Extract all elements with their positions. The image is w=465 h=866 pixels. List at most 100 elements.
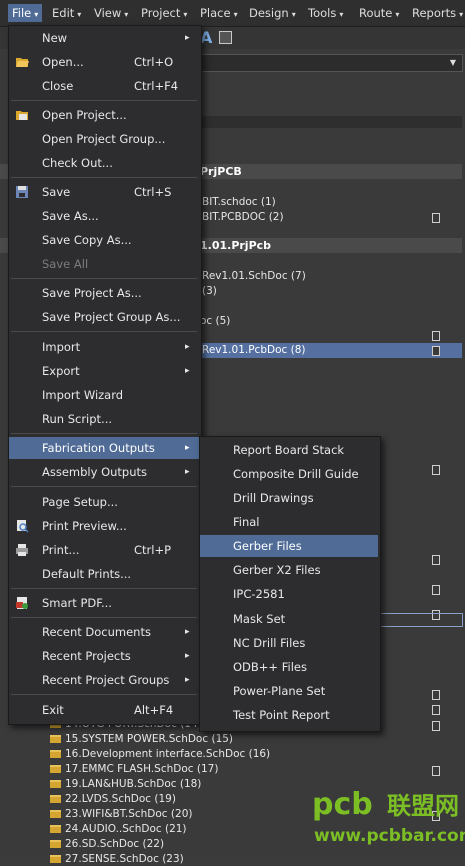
menu-file[interactable]: File ▾ <box>8 4 43 22</box>
schematic-file-icon <box>50 765 61 773</box>
menu-item-save-project-group-as[interactable]: Save Project Group As... <box>9 306 199 328</box>
project-file[interactable]: BIT.PCBDOC (2) <box>202 210 284 225</box>
menu-item-close[interactable]: Close Ctrl+F4 <box>9 75 199 97</box>
menu-item-print-preview[interactable]: Print Preview... <box>9 515 199 537</box>
menu-place-label: Place <box>200 6 231 20</box>
menu-item-label: Smart PDF... <box>42 596 112 610</box>
document-icon <box>432 346 440 356</box>
menu-item-label: Save All <box>42 257 89 271</box>
project-file[interactable]: (3) <box>202 284 217 299</box>
menu-item-assembly-outputs[interactable]: Assembly Outputs ▸ <box>9 461 199 483</box>
submenu-item-nc-drill-files[interactable]: NC Drill Files <box>200 632 378 654</box>
menu-item-open-project[interactable]: Open Project... <box>9 104 199 126</box>
file-item[interactable]: 19.LAN&HUB.SchDoc (18) <box>50 778 201 791</box>
menu-item-label: Import <box>42 340 81 354</box>
menu-item-save-project-as[interactable]: Save Project As... <box>9 282 199 304</box>
menu-edit[interactable]: Edit ▾ <box>48 4 85 22</box>
project-file[interactable]: oc (5) <box>200 314 230 329</box>
file-item[interactable]: 24.AUDIO..SchDoc (21) <box>50 823 187 836</box>
submenu-item-label: Gerber Files <box>233 539 302 553</box>
menu-item-label: Export <box>42 364 80 378</box>
schematic-file-icon <box>50 780 61 788</box>
menu-design[interactable]: Design ▾ <box>245 4 300 22</box>
menu-item-export[interactable]: Export ▸ <box>9 360 199 382</box>
component-chip-icon[interactable] <box>219 31 232 44</box>
menu-item-label: Run Script... <box>42 412 113 426</box>
menu-view-label: View <box>94 6 122 20</box>
menu-item-page-setup[interactable]: Page Setup... <box>9 491 199 513</box>
chevron-down-icon: ▾ <box>459 10 464 19</box>
menu-item-recent-documents[interactable]: Recent Documents ▸ <box>9 621 199 643</box>
file-item[interactable]: 16.Development interface.SchDoc (16) <box>50 748 270 761</box>
menu-file-label: File <box>12 6 32 20</box>
schematic-file-icon <box>50 840 61 848</box>
project-file[interactable]: Rev1.01.SchDoc (7) <box>202 269 306 284</box>
submenu-item-label: ODB++ Files <box>233 660 307 674</box>
submenu-item-label: Composite Drill Guide <box>233 467 359 481</box>
document-icon <box>432 555 440 565</box>
menu-item-open-project-group[interactable]: Open Project Group... <box>9 128 199 150</box>
menu-item-open[interactable]: Open... Ctrl+O <box>9 51 199 73</box>
menu-item-recent-projects[interactable]: Recent Projects ▸ <box>9 645 199 667</box>
submenu-arrow-icon: ▸ <box>185 627 190 637</box>
submenu-item-test-point-report[interactable]: Test Point Report <box>200 704 378 726</box>
menu-item-import-wizard[interactable]: Import Wizard <box>9 384 199 406</box>
submenu-item-drill-drawings[interactable]: Drill Drawings <box>200 487 378 509</box>
submenu-item-label: Mask Set <box>233 612 286 626</box>
menu-item-label: Save <box>42 185 71 199</box>
submenu-item-odb-files[interactable]: ODB++ Files <box>200 656 378 678</box>
submenu-item-gerber-files[interactable]: Gerber Files <box>200 535 378 557</box>
project-file-selected[interactable]: Rev1.01.PcbDoc (8) <box>200 343 462 358</box>
chevron-down-icon: ▾ <box>77 10 82 19</box>
submenu-item-composite-drill-guide[interactable]: Composite Drill Guide <box>200 463 378 485</box>
menu-separator <box>11 100 197 101</box>
chevron-down-icon: ▾ <box>124 10 129 19</box>
submenu-item-ipc-2581[interactable]: IPC-2581 <box>200 583 378 605</box>
submenu-item-mask-set[interactable]: Mask Set <box>200 608 378 630</box>
menu-item-label: Recent Documents <box>42 625 151 639</box>
submenu-item-power-plane-set[interactable]: Power-Plane Set <box>200 680 378 702</box>
menu-item-check-out[interactable]: Check Out... <box>9 152 199 174</box>
submenu-item-final[interactable]: Final <box>200 511 378 533</box>
menu-place[interactable]: Place ▾ <box>196 4 242 22</box>
file-item[interactable]: 27.SENSE.SchDoc (23) <box>50 853 184 866</box>
chevron-down-icon: ▾ <box>339 10 344 19</box>
submenu-item-report-board-stack[interactable]: Report Board Stack <box>200 439 378 461</box>
file-item[interactable]: 23.WIFI&BT.SchDoc (20) <box>50 808 192 821</box>
submenu-item-gerber-x2-files[interactable]: Gerber X2 Files <box>200 559 378 581</box>
menu-item-smart-pdf[interactable]: Smart PDF... <box>9 592 199 614</box>
menu-item-save-copy-as[interactable]: Save Copy As... <box>9 229 199 251</box>
menu-item-print[interactable]: Print... Ctrl+P <box>9 539 199 561</box>
menu-item-exit[interactable]: Exit Alt+F4 <box>9 699 199 721</box>
menu-route[interactable]: Route ▾ <box>355 4 403 22</box>
file-item[interactable]: 15.SYSTEM POWER.SchDoc (15) <box>50 733 233 746</box>
file-item-label: 24.AUDIO..SchDoc (21) <box>65 823 187 835</box>
menu-view[interactable]: View ▾ <box>90 4 132 22</box>
chevron-down-icon: ▾ <box>183 10 188 19</box>
menu-item-save-as[interactable]: Save As... <box>9 205 199 227</box>
menu-item-default-prints[interactable]: Default Prints... <box>9 563 199 585</box>
menu-item-run-script[interactable]: Run Script... <box>9 408 199 430</box>
menu-tools[interactable]: Tools ▾ <box>304 4 347 22</box>
schematic-file-icon <box>50 750 61 758</box>
menu-reports[interactable]: Reports ▾ <box>408 4 465 22</box>
submenu-arrow-icon: ▸ <box>185 675 190 685</box>
submenu-arrow-icon: ▸ <box>185 366 190 376</box>
panel-dropdown[interactable]: ▼ <box>200 54 463 72</box>
menu-item-fabrication-outputs[interactable]: Fabrication Outputs ▸ <box>9 437 199 459</box>
menu-item-label: Open Project Group... <box>42 132 166 146</box>
submenu-item-label: Gerber X2 Files <box>233 563 321 577</box>
pcbbar-watermark: pcb 联盟网 www.pcbbar.com <box>312 790 465 854</box>
file-item[interactable]: 22.LVDS.SchDoc (19) <box>50 793 176 806</box>
menu-project[interactable]: Project ▾ <box>137 4 191 22</box>
project-file[interactable]: BIT.schdoc (1) <box>202 195 276 210</box>
menu-item-save[interactable]: Save Ctrl+S <box>9 181 199 203</box>
file-item[interactable]: 17.EMMC FLASH.SchDoc (17) <box>50 763 218 776</box>
document-icon <box>432 585 440 595</box>
menu-item-label: Default Prints... <box>42 567 132 581</box>
menu-item-new[interactable]: New ▸ <box>9 27 199 49</box>
menu-item-recent-project-groups[interactable]: Recent Project Groups ▸ <box>9 669 199 691</box>
submenu-item-label: Power-Plane Set <box>233 684 326 698</box>
file-item[interactable]: 26.SD.SchDoc (22) <box>50 838 164 851</box>
menu-item-import[interactable]: Import ▸ <box>9 336 199 358</box>
